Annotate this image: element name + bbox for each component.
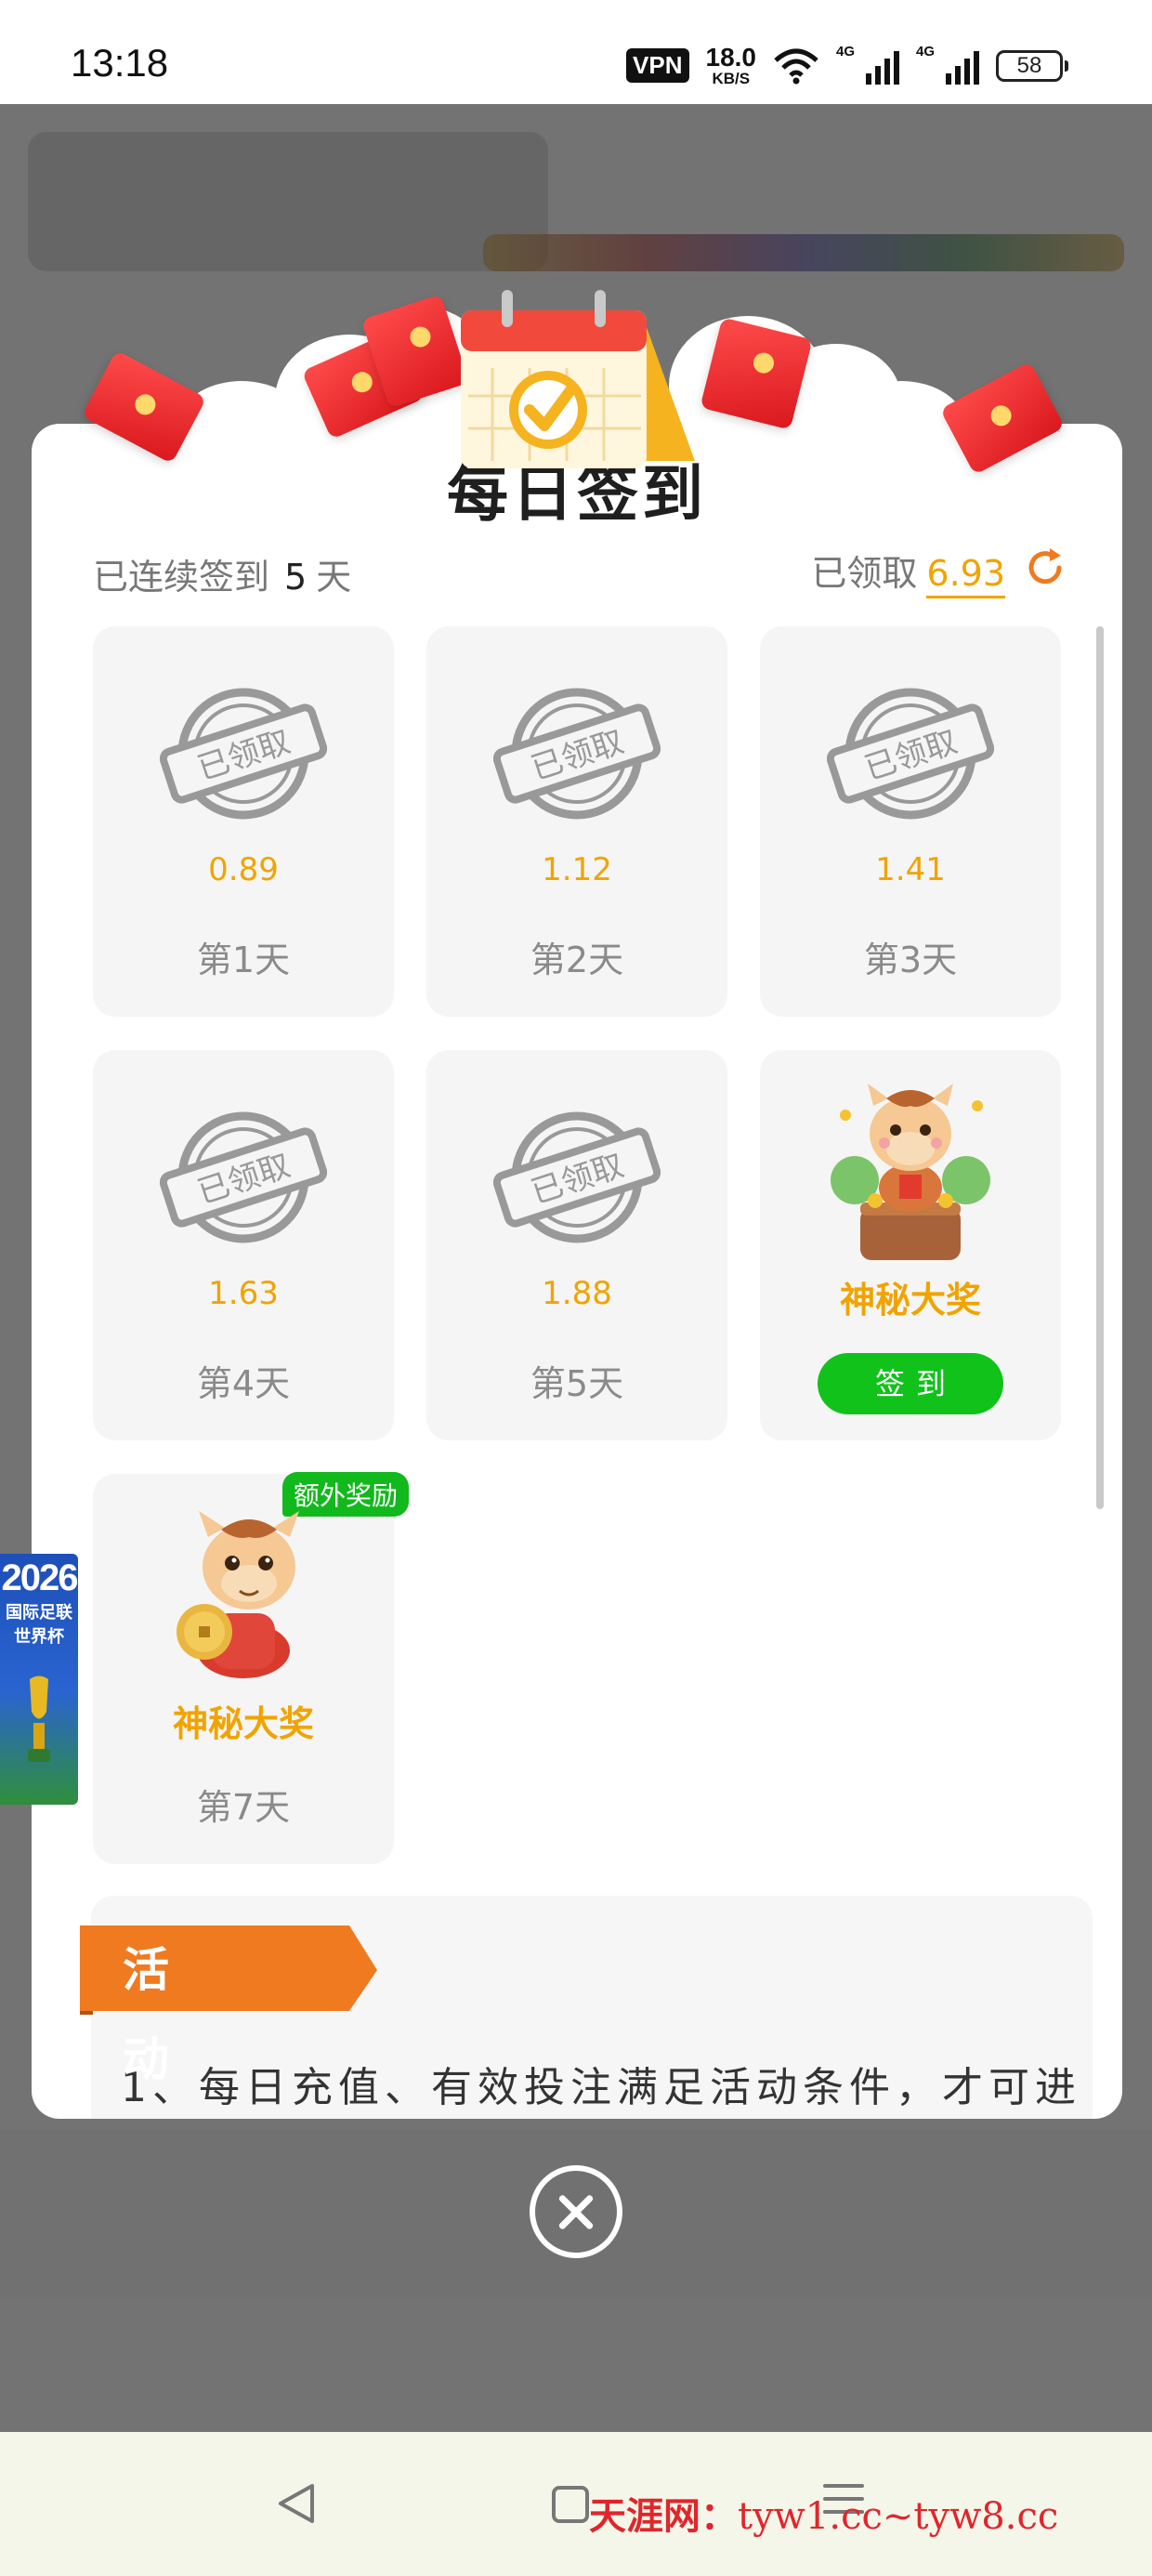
ad-year: 2026: [1, 1557, 79, 1598]
battery-icon: 58: [996, 49, 1068, 82]
claimed-stamp-icon: 已领取: [827, 688, 994, 820]
claimed-summary: 已领取 6.93: [811, 545, 1005, 598]
clock: 13:18: [71, 41, 169, 85]
close-button[interactable]: [530, 2165, 622, 2258]
streak-days: 5: [284, 557, 308, 598]
network-speed: 18.0 KB/S: [705, 43, 757, 87]
reward-amount: 1.41: [875, 851, 946, 888]
day-label: 第7天: [196, 1787, 291, 1828]
wifi-icon: [774, 48, 818, 84]
claimed-stamp-icon: 已领取: [160, 688, 327, 820]
prize-name: 神秘大奖: [839, 1280, 981, 1321]
rules-title: 活动说明: [123, 1943, 171, 2086]
claimed-stamp-icon: 已领取: [160, 1111, 327, 1243]
trophy-icon: [28, 1676, 50, 1762]
refresh-icon[interactable]: [1022, 545, 1068, 591]
day-label: 第2天: [530, 940, 624, 980]
claimed-stamp-icon: 已领取: [493, 688, 661, 820]
world-cup-float-ad[interactable]: 2026 国际足联 世界杯: [0, 1554, 78, 1805]
reward-amount: 1.12: [542, 851, 612, 888]
day-label: 第5天: [530, 1363, 624, 1404]
day-card-4: 已领取 1.63 第4天: [93, 1050, 394, 1440]
day-label: 第1天: [196, 940, 291, 980]
day-label: 第3天: [863, 940, 958, 980]
navigation-bar: 天涯网：tyw1.cc~tyw8.cc: [0, 2432, 1152, 2576]
horse-mascot-icon: [177, 1511, 299, 1678]
claimed-stamp-icon: 已领取: [493, 1111, 661, 1243]
vpn-icon: VPN: [626, 48, 689, 83]
home-icon[interactable]: [552, 2486, 589, 2523]
day-card-5: 已领取 1.88 第5天: [426, 1050, 727, 1440]
day-card-2: 已领取 1.12 第2天: [426, 626, 727, 1017]
calendar-check-icon: [461, 290, 695, 468]
horse-mascot-icon: [831, 1084, 990, 1260]
streak-summary: 已连续签到 5 天: [93, 557, 352, 598]
daily-checkin-modal: 每日签到 已连续签到 5 天 已领取 6.93 已领取 0.89 第1天 已领取…: [32, 424, 1122, 2119]
rules-text: 1、每日充值、有效投注满足活动条件，才可进: [121, 2064, 1081, 2111]
ad-line-1: 国际足联: [6, 1603, 72, 1623]
ad-line-2: 世界杯: [14, 1627, 64, 1647]
day-label: 第4天: [196, 1363, 291, 1404]
signal-icon: 4G: [916, 44, 979, 85]
day-card-6: 神秘大奖 签到: [760, 1050, 1061, 1440]
prize-name: 神秘大奖: [172, 1703, 314, 1744]
claimed-amount: 6.93: [926, 553, 1005, 598]
day-card-1: 已领取 0.89 第1天: [93, 626, 394, 1017]
signal-icon: 4G: [836, 44, 899, 85]
watermark: 天涯网：tyw1.cc~tyw8.cc: [589, 2494, 1059, 2538]
reward-amount: 1.88: [542, 1275, 612, 1312]
scrollbar[interactable]: [1096, 626, 1104, 1509]
check-in-button[interactable]: 签到: [818, 1353, 1003, 1414]
status-bar: 13:18 VPN 18.0 KB/S 4G 4G 58: [0, 0, 1152, 104]
reward-amount: 0.89: [208, 851, 279, 888]
day-card-3: 已领取 1.41 第3天: [760, 626, 1061, 1017]
status-icons: VPN 18.0 KB/S 4G 4G 58: [626, 43, 1068, 87]
day-card-7: 额外奖励 神秘大奖 第7天: [93, 1472, 409, 1864]
reward-amount: 1.63: [208, 1275, 279, 1312]
back-icon[interactable]: [275, 2482, 318, 2525]
